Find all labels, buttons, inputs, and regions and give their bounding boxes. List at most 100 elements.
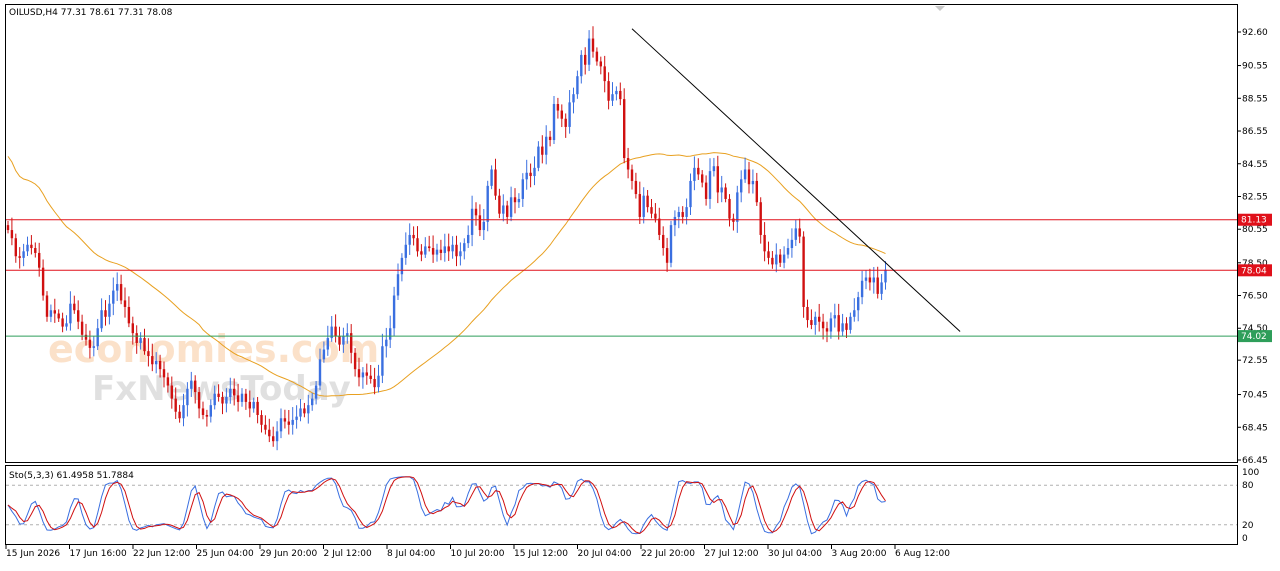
y-tick-label: 70.45: [1242, 391, 1268, 401]
candle-body: [147, 351, 150, 357]
candle-body: [611, 94, 614, 101]
candle-body: [268, 429, 271, 437]
candle-body: [775, 254, 778, 265]
candle-body: [829, 318, 833, 332]
candle-body: [443, 246, 446, 253]
candle-body: [400, 257, 404, 275]
candle-body: [708, 171, 712, 199]
candle-body: [533, 167, 536, 177]
candle-body: [463, 243, 466, 252]
candle-body: [498, 195, 501, 214]
candle-body: [833, 315, 836, 319]
candle-body: [381, 346, 384, 376]
candle-body: [880, 282, 883, 294]
candle-body: [291, 419, 294, 425]
candle-body: [225, 396, 228, 404]
candle-body: [638, 194, 641, 217]
candle-body: [197, 392, 201, 409]
candle-body: [685, 207, 688, 217]
candle-body: [665, 248, 669, 263]
candle-body: [135, 333, 138, 343]
candle-body: [170, 385, 173, 399]
candle-body: [451, 244, 454, 252]
candle-body: [38, 252, 41, 268]
candle-body: [18, 256, 21, 258]
candle-body: [236, 395, 240, 402]
price-axis: 92.6090.5588.5586.5584.5582.5580.5578.50…: [1237, 28, 1268, 466]
candle-body: [420, 251, 423, 255]
candle-body: [810, 320, 813, 325]
candle-body: [642, 195, 645, 217]
candle-body: [353, 352, 357, 370]
candle-body: [61, 318, 64, 327]
candle-body: [22, 251, 25, 258]
candle-body: [841, 323, 844, 332]
candle-body: [49, 310, 53, 317]
candle-body: [158, 360, 162, 370]
candle-body: [728, 198, 731, 219]
candle-body: [201, 408, 205, 415]
candle-body: [669, 225, 673, 263]
chart-canvas[interactable]: economies.com FxNewsToday 92.6090.5588.5…: [0, 0, 1280, 567]
candle-body: [712, 166, 716, 172]
candle-body: [860, 280, 864, 298]
y-tick-label: 68.45: [1242, 423, 1268, 433]
candle-body: [697, 167, 700, 175]
level-price-label: 74.02: [1241, 332, 1267, 342]
candle-body: [57, 313, 60, 319]
candle-body: [751, 180, 755, 185]
candle-body: [194, 380, 197, 393]
x-tick-label: 25 Jun 04:00: [197, 549, 254, 559]
candle-body: [517, 198, 521, 203]
stochastic-tick-label: 80: [1242, 481, 1254, 491]
x-tick-label: 17 Jun 16:00: [70, 549, 127, 559]
candle-body: [10, 230, 14, 239]
candle-body: [478, 215, 482, 231]
candle-body: [233, 388, 236, 396]
candle-body: [509, 197, 513, 217]
candle-body: [591, 38, 595, 52]
candle-body: [213, 393, 216, 406]
x-tick-label: 22 Jul 20:00: [641, 549, 695, 559]
candle-body: [221, 396, 224, 404]
candle-body: [53, 310, 56, 314]
candle-body: [166, 377, 170, 386]
candle-body: [365, 372, 368, 376]
x-tick-label: 8 Jul 04:00: [387, 549, 436, 559]
candle-body: [701, 174, 704, 183]
candle-body: [572, 94, 575, 103]
stochastic-header: Sto(5,3,3) 61.4958 51.7884: [9, 471, 134, 481]
candle-body: [41, 267, 45, 296]
oil-price-chart: economies.com FxNewsToday 92.60 90.55 88.5…: [0, 0, 1280, 567]
stochastic-panel-frame: [5, 465, 1238, 545]
candle-body: [295, 416, 298, 420]
y-tick-label: 66.45: [1242, 456, 1268, 466]
x-tick-label: 15 Jul 12:00: [514, 549, 568, 559]
candle-body: [439, 249, 443, 253]
candle-body: [342, 336, 345, 345]
candle-body: [755, 180, 758, 203]
candle-body: [630, 169, 634, 181]
candle-body: [459, 251, 462, 257]
stochastic-tick-label: 100: [1242, 468, 1259, 478]
candle-body: [377, 375, 380, 388]
candle-body: [73, 303, 76, 311]
x-tick-label: 20 Jul 04:00: [578, 549, 632, 559]
candle-body: [634, 180, 638, 195]
level-price-label: 78.04: [1241, 266, 1267, 276]
candle-body: [740, 179, 743, 193]
candle-body: [408, 234, 411, 245]
candle-body: [537, 146, 540, 168]
candle-body: [580, 54, 583, 77]
candle-body: [541, 146, 544, 155]
candle-body: [494, 169, 497, 196]
candle-body: [112, 290, 115, 304]
y-tick-label: 82.55: [1242, 192, 1268, 202]
candle-body: [14, 238, 17, 257]
candle-body: [673, 216, 677, 226]
candle-body: [244, 393, 248, 402]
candle-body: [720, 187, 723, 193]
candle-body: [821, 321, 825, 329]
candle-body: [837, 315, 840, 332]
candle-body: [77, 310, 80, 322]
